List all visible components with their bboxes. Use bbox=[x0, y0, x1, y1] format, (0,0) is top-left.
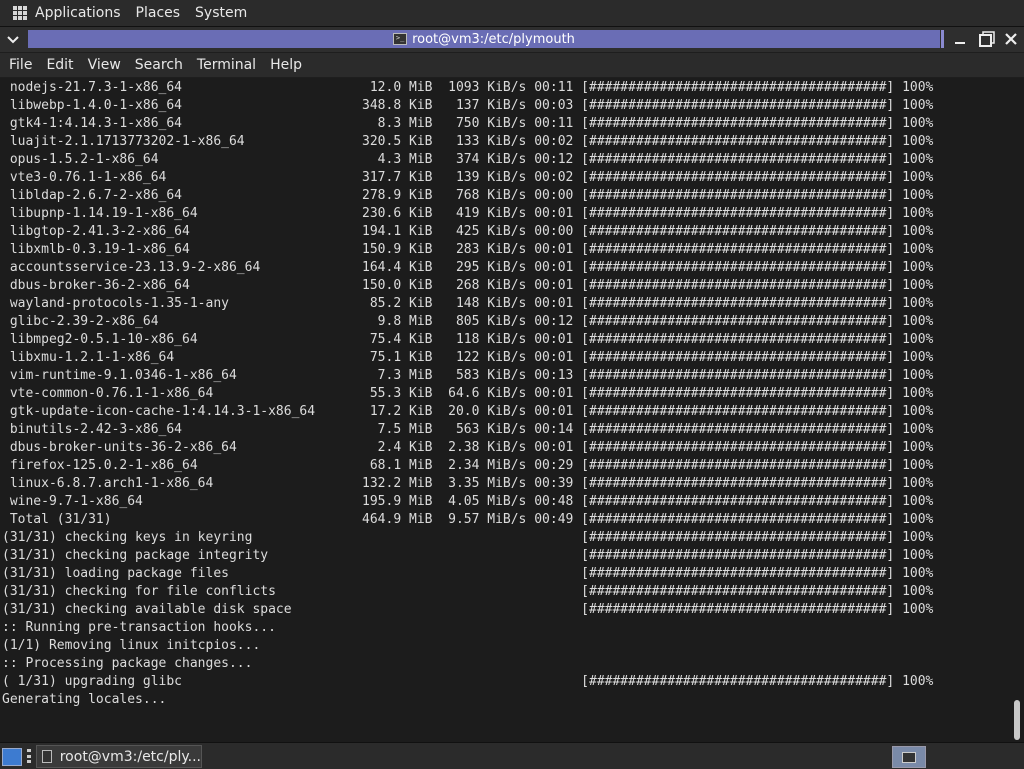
terminal-line: wayland-protocols-1.35-1-any 85.2 KiB 14… bbox=[2, 296, 934, 311]
terminal-line: libxmlb-0.3.19-1-x86_64 150.9 KiB 283 Ki… bbox=[2, 242, 934, 257]
terminal-line: :: Running pre-transaction hooks... bbox=[2, 620, 276, 635]
terminal-line: (31/31) checking keys in keyring [######… bbox=[2, 530, 934, 545]
terminal-line: vte3-0.76.1-1-x86_64 317.7 KiB 139 KiB/s… bbox=[2, 170, 934, 185]
terminal-line: firefox-125.0.2-1-x86_64 68.1 MiB 2.34 M… bbox=[2, 458, 934, 473]
terminal-icon bbox=[42, 750, 52, 763]
show-desktop-icon[interactable] bbox=[2, 748, 22, 766]
bottom-taskbar: root@vm3:/etc/ply... bbox=[0, 742, 1024, 769]
terminal-scrollbar[interactable] bbox=[1010, 78, 1024, 742]
terminal-line: accountsservice-23.13.9-2-x86_64 164.4 K… bbox=[2, 260, 934, 275]
terminal-line: libgtop-2.41.3-2-x86_64 194.1 KiB 425 Ki… bbox=[2, 224, 934, 239]
terminal-lines: nodejs-21.7.3-1-x86_64 12.0 MiB 1093 KiB… bbox=[2, 79, 933, 709]
terminal-line: gtk4-1:4.14.3-1-x86_64 8.3 MiB 750 KiB/s… bbox=[2, 116, 934, 131]
window-menu-button[interactable] bbox=[2, 29, 24, 51]
menu-terminal[interactable]: Terminal bbox=[197, 57, 256, 73]
terminal-line: (31/31) checking package integrity [####… bbox=[2, 548, 934, 563]
taskbar-window-button[interactable]: root@vm3:/etc/ply... bbox=[36, 745, 202, 768]
taskbar-window-label: root@vm3:/etc/ply... bbox=[59, 748, 201, 765]
terminal-line: linux-6.8.7.arch1-1-x86_64 132.2 MiB 3.3… bbox=[2, 476, 934, 491]
close-button[interactable] bbox=[1001, 29, 1021, 49]
terminal-line: vim-runtime-9.1.0346-1-x86_64 7.3 MiB 58… bbox=[2, 368, 934, 383]
terminal-line: ( 1/31) upgrading glibc [###############… bbox=[2, 674, 934, 689]
terminal-line: vte-common-0.76.1-1-x86_64 55.3 KiB 64.6… bbox=[2, 386, 934, 401]
terminal-icon bbox=[902, 751, 916, 763]
chevron-down-icon bbox=[7, 35, 19, 43]
terminal-line: binutils-2.42-3-x86_64 7.5 MiB 563 KiB/s… bbox=[2, 422, 934, 437]
applications-grid-icon[interactable] bbox=[13, 6, 27, 20]
terminal-icon: >_ bbox=[393, 33, 408, 45]
terminal-line: glibc-2.39-2-x86_64 9.8 MiB 805 KiB/s 00… bbox=[2, 314, 934, 329]
system-menu[interactable]: System bbox=[195, 5, 247, 21]
top-panel: Applications Places System bbox=[0, 0, 1024, 27]
workspace-switcher[interactable] bbox=[892, 746, 926, 768]
terminal-line: gtk-update-icon-cache-1:4.14.3-1-x86_64 … bbox=[2, 404, 934, 419]
terminal-menubar: File Edit View Search Terminal Help bbox=[0, 53, 1024, 77]
menu-view[interactable]: View bbox=[88, 57, 121, 73]
terminal-line: Total (31/31) 464.9 MiB 9.57 MiB/s 00:49… bbox=[2, 512, 934, 527]
applications-menu[interactable]: Applications bbox=[35, 5, 121, 21]
terminal-line: dbus-broker-36-2-x86_64 150.0 KiB 268 Ki… bbox=[2, 278, 934, 293]
close-icon bbox=[1005, 33, 1017, 45]
terminal-line: (31/31) checking available disk space [#… bbox=[2, 602, 934, 617]
minimize-button[interactable] bbox=[950, 29, 970, 49]
terminal-line: luajit-2.1.1713773202-1-x86_64 320.5 KiB… bbox=[2, 134, 934, 149]
places-menu[interactable]: Places bbox=[136, 5, 181, 21]
terminal-line: (31/31) checking for file conflicts [###… bbox=[2, 584, 934, 599]
terminal-output[interactable]: nodejs-21.7.3-1-x86_64 12.0 MiB 1093 KiB… bbox=[0, 78, 1010, 742]
maximize-button[interactable] bbox=[977, 29, 997, 49]
menu-edit[interactable]: Edit bbox=[46, 57, 73, 73]
taskbar-handle-icon[interactable] bbox=[27, 749, 31, 763]
terminal-line: libxmu-1.2.1-1-x86_64 75.1 KiB 122 KiB/s… bbox=[2, 350, 934, 365]
terminal-line: wine-9.7-1-x86_64 195.9 MiB 4.05 MiB/s 0… bbox=[2, 494, 934, 509]
window-title: root@vm3:/etc/plymouth bbox=[412, 31, 575, 47]
window-title-strip[interactable]: >_ root@vm3:/etc/plymouth bbox=[28, 30, 940, 48]
terminal-line: libmpeg2-0.5.1-10-x86_64 75.4 KiB 118 Ki… bbox=[2, 332, 934, 347]
scrollbar-thumb[interactable] bbox=[1014, 700, 1020, 740]
terminal-line: nodejs-21.7.3-1-x86_64 12.0 MiB 1093 KiB… bbox=[2, 80, 934, 95]
terminal-line: dbus-broker-units-36-2-x86_64 2.4 KiB 2.… bbox=[2, 440, 934, 455]
menu-file[interactable]: File bbox=[9, 57, 32, 73]
terminal-line: Generating locales... bbox=[2, 692, 167, 707]
terminal-line: libupnp-1.14.19-1-x86_64 230.6 KiB 419 K… bbox=[2, 206, 934, 221]
terminal-line: libldap-2.6.7-2-x86_64 278.9 KiB 768 KiB… bbox=[2, 188, 934, 203]
title-strip-edge bbox=[941, 30, 944, 48]
terminal-line: :: Processing package changes... bbox=[2, 656, 253, 671]
menu-search[interactable]: Search bbox=[135, 57, 183, 73]
terminal-line: opus-1.5.2-1-x86_64 4.3 MiB 374 KiB/s 00… bbox=[2, 152, 934, 167]
terminal-line: libwebp-1.4.0-1-x86_64 348.8 KiB 137 KiB… bbox=[2, 98, 934, 113]
minimize-icon bbox=[955, 42, 965, 44]
terminal-line: (31/31) loading package files [#########… bbox=[2, 566, 934, 581]
terminal-line: (1/1) Removing linux initcpios... bbox=[2, 638, 261, 653]
menu-help[interactable]: Help bbox=[270, 57, 302, 73]
window-titlebar[interactable]: >_ root@vm3:/etc/plymouth bbox=[0, 27, 1024, 52]
maximize-icon bbox=[979, 31, 995, 47]
